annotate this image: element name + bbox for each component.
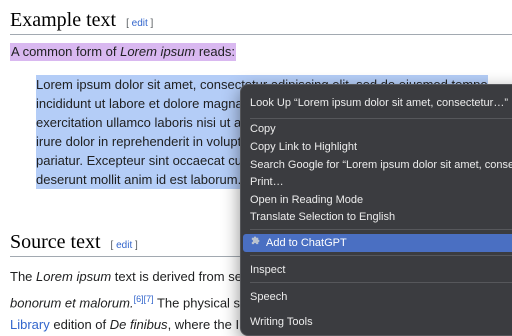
quote-line: incididunt ut labore et dolore magna	[36, 94, 244, 113]
paragraph-line: The Lorem ipsum text is derived from se	[10, 269, 242, 284]
menu-separator	[250, 118, 512, 119]
menu-item-print[interactable]: Print…	[250, 173, 512, 191]
context-menu: Look Up “Lorem ipsum dolor sit amet, con…	[240, 84, 512, 336]
menu-item-copy[interactable]: Copy	[250, 120, 512, 138]
quote-line: deserunt mollit anim id est laborum.	[36, 170, 244, 189]
paragraph-line: bonorum et malorum.[6][7] The physical s	[10, 294, 241, 311]
quote-line: pariatur. Excepteur sint occaecat cu	[36, 151, 244, 170]
edit-link[interactable]: edit	[132, 18, 148, 29]
citation-link[interactable]: [7]	[144, 294, 154, 304]
menu-separator	[250, 229, 512, 230]
menu-item-writing-tools[interactable]: Writing Tools	[250, 313, 512, 331]
menu-item-translate[interactable]: Translate Selection to English	[250, 208, 512, 226]
source-paragraph: The Lorem ipsum text is derived from se …	[10, 266, 242, 336]
section-heading-source-text: Source text[ edit ]	[10, 231, 138, 253]
menu-item-inspect[interactable]: Inspect	[250, 261, 512, 279]
paragraph-line: Library edition of De finibus, where the…	[10, 317, 240, 333]
menu-separator	[250, 255, 512, 256]
quote-line: exercitation ullamco laboris nisi ut a	[36, 113, 244, 132]
extension-puzzle-icon	[250, 234, 261, 252]
edit-link[interactable]: edit	[116, 240, 132, 251]
menu-separator	[250, 282, 512, 283]
section-heading-example-text: Example text[ edit ]	[10, 9, 154, 31]
edit-link-wrapper: [ edit ]	[126, 18, 154, 29]
menu-item-add-to-chatgpt[interactable]: Add to ChatGPT	[243, 234, 512, 252]
quote-line: irure dolor in reprehenderit in volupt	[36, 132, 244, 151]
citation-link[interactable]: [6]	[134, 294, 144, 304]
intro-sentence: A common form of Lorem ipsum reads:	[10, 43, 236, 61]
menu-item-copy-link-to-highlight[interactable]: Copy Link to Highlight	[250, 138, 512, 156]
heading-divider	[10, 34, 512, 35]
edit-link-wrapper: [ edit ]	[110, 240, 138, 251]
menu-item-reading-mode[interactable]: Open in Reading Mode	[250, 191, 512, 209]
menu-item-speech[interactable]: Speech	[250, 288, 512, 306]
menu-item-search-google[interactable]: Search Google for “Lorem ipsum dolor sit…	[250, 156, 512, 174]
menu-item-look-up[interactable]: Look Up “Lorem ipsum dolor sit amet, con…	[250, 94, 512, 112]
